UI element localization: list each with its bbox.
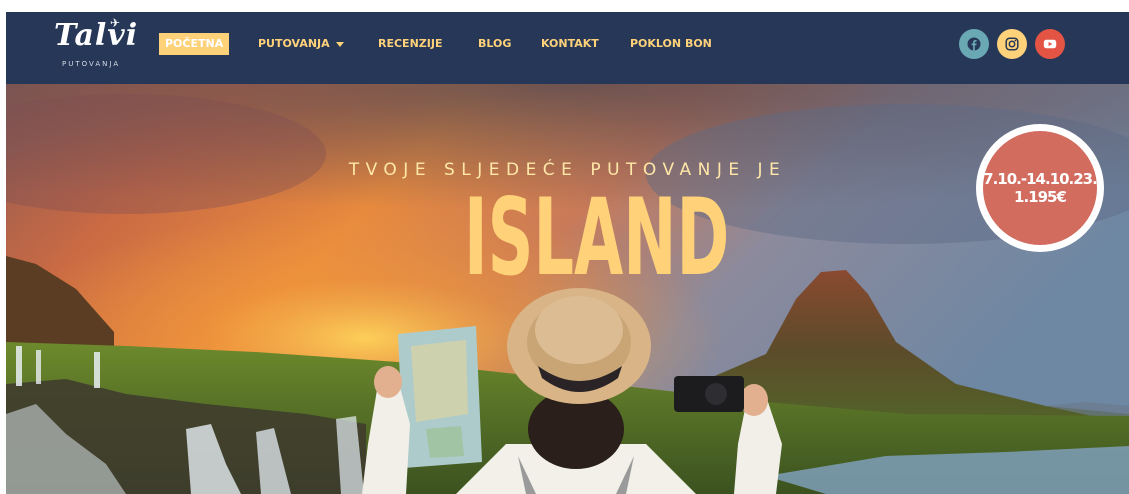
facebook-button[interactable] [959,29,989,59]
page-frame: Talvi ✈ PUTOVANJA POČETNA PUTOVANJA RECE… [6,12,1129,494]
instagram-icon [1005,37,1019,51]
menu-item-blog[interactable]: BLOG [478,33,511,55]
menu-item-kontakt[interactable]: KONTAKT [541,33,599,55]
badge-dates: 7.10.-14.10.23. [983,170,1098,188]
youtube-icon [1043,39,1057,49]
badge-price: 1.195€ [1014,188,1067,206]
logo-subtitle: PUTOVANJA [62,60,121,68]
logo[interactable]: Talvi ✈ PUTOVANJA [50,16,137,76]
facebook-icon [967,37,981,51]
menu-item-recenzije[interactable]: RECENZIJE [378,33,442,55]
instagram-button[interactable] [997,29,1027,59]
menu-item-poklon-bon[interactable]: POKLON BON [630,33,712,55]
menu-item-putovanja[interactable]: PUTOVANJA [258,33,344,55]
caret-down-icon [335,41,344,47]
plane-icon: ✈ [110,16,121,30]
top-navigation: Talvi ✈ PUTOVANJA POČETNA PUTOVANJA RECE… [6,12,1129,84]
youtube-button[interactable] [1035,29,1065,59]
logo-wordmark: Talvi [54,18,139,53]
hero-headline: ISLAND [464,176,730,299]
hero-section: TVOJE SLJEDEĆE PUTOVANJE JE ISLAND 7.10.… [6,84,1129,494]
offer-badge[interactable]: 7.10.-14.10.23. 1.195€ [974,122,1106,254]
menu-item-pocetna[interactable]: POČETNA [159,33,230,55]
menu-item-putovanja-label: PUTOVANJA [258,37,330,50]
